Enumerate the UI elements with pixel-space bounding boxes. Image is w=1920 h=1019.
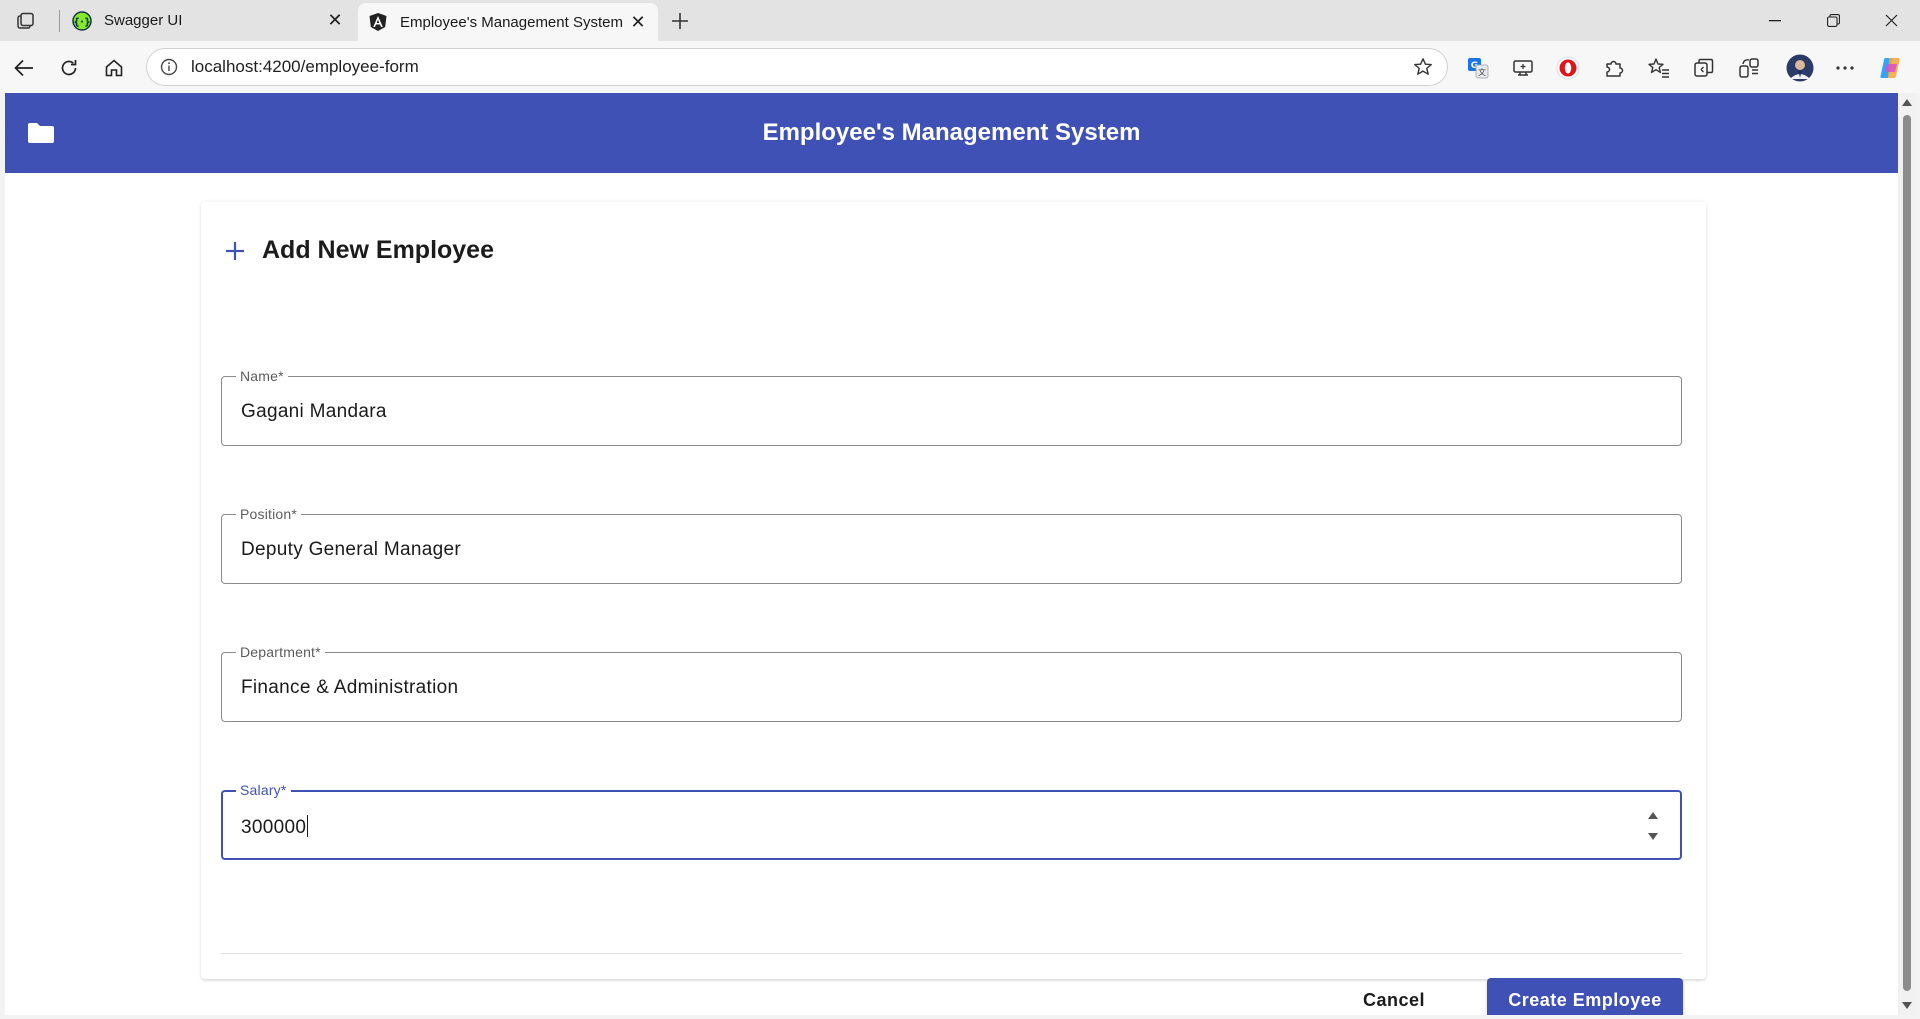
tab-title: Swagger UI [104,12,183,29]
employee-form-card: Add New Employee Name* Gagani Mandara Po… [201,202,1706,1015]
site-info-icon[interactable] [157,55,181,79]
back-icon[interactable] [8,52,40,84]
svg-text:文: 文 [1478,67,1486,77]
close-icon[interactable]: ✕ [624,8,652,36]
collections-icon[interactable] [1688,52,1720,84]
app-title: Employee's Management System [762,119,1141,146]
window-controls [1746,0,1920,41]
create-employee-button[interactable]: Create Employee [1487,978,1683,1015]
angular-icon [368,12,388,32]
copilot-icon[interactable] [1875,52,1907,84]
cancel-button[interactable]: Cancel [1339,978,1449,1015]
salary-input[interactable]: 300000 [241,817,306,838]
tab-actions-icon[interactable] [13,9,41,33]
restore-icon[interactable] [1804,0,1862,41]
department-label: Department* [236,644,325,660]
extensions-puzzle-icon[interactable] [1598,52,1630,84]
tab-swagger[interactable]: {·} Swagger UI ✕ [62,0,355,41]
spin-down-icon[interactable] [1648,833,1658,840]
new-tab-button[interactable] [665,6,695,36]
scroll-up-icon[interactable] [1902,99,1912,106]
name-label: Name* [236,368,288,384]
tab-bar: {·} Swagger UI ✕ Employee's Management S… [0,0,1920,41]
opera-extension-icon[interactable] [1552,52,1584,84]
name-field[interactable]: Name* Gagani Mandara [221,368,1682,446]
spin-up-icon[interactable] [1648,812,1658,819]
translate-icon[interactable]: G文 [1462,52,1494,84]
close-window-icon[interactable] [1862,0,1920,41]
text-caret [307,815,309,837]
salary-field[interactable]: Salary* 300000 [221,782,1682,860]
tab-employee-system[interactable]: Employee's Management System ✕ [358,3,658,41]
page-scrollbar[interactable] [1898,93,1916,1015]
position-input[interactable]: Deputy General Manager [241,539,461,561]
salary-label: Salary* [236,782,291,798]
favorites-icon[interactable] [1643,52,1675,84]
home-icon[interactable] [98,52,130,84]
address-bar[interactable]: localhost:4200/employee-form [146,48,1448,86]
favorite-star-icon[interactable] [1405,52,1441,82]
scrollbar-thumb[interactable] [1903,115,1911,991]
form-title: Add New Employee [223,236,494,265]
salary-input-wrap[interactable]: 300000 [241,815,309,839]
department-input[interactable]: Finance & Administration [241,677,458,699]
tab-title: Employee's Management System [400,13,623,31]
department-field[interactable]: Department* Finance & Administration [221,644,1682,722]
more-menu-icon[interactable] [1829,52,1861,84]
number-spinner[interactable] [1646,812,1660,840]
close-icon[interactable]: ✕ [321,7,349,35]
app-header: Employee's Management System [5,93,1898,173]
page-viewport: Employee's Management System Add New Emp… [5,93,1898,1015]
name-input[interactable]: Gagani Mandara [241,401,387,423]
form-actions-divider [221,953,1682,954]
position-field[interactable]: Position* Deputy General Manager [221,506,1682,584]
position-label: Position* [236,506,302,522]
url-text[interactable]: localhost:4200/employee-form [191,57,1405,77]
tab-separator [59,10,60,32]
refresh-icon[interactable] [53,52,85,84]
minimize-icon[interactable] [1746,0,1804,41]
immersive-reader-icon[interactable] [1507,52,1539,84]
profile-avatar-icon[interactable] [1784,52,1816,84]
svg-text:{·}: {·} [73,17,91,28]
browser-toolbar: localhost:4200/employee-form G文 [0,41,1920,93]
form-title-text: Add New Employee [262,236,494,264]
swagger-icon: {·} [72,10,92,31]
add-icon [223,239,247,263]
scroll-down-icon[interactable] [1902,1002,1912,1009]
browser-essentials-icon[interactable] [1733,52,1765,84]
